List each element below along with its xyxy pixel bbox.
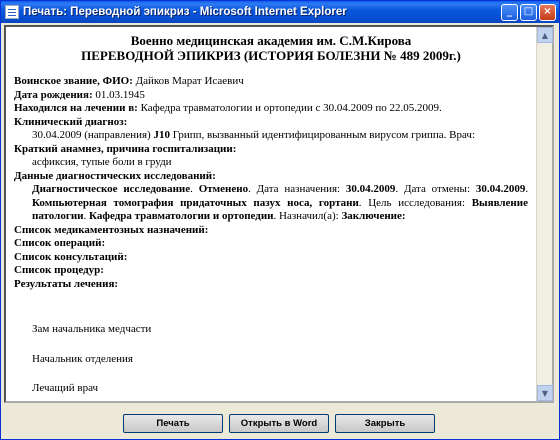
- anamnesis-label: Краткий анамнез, причина госпитализации:: [14, 142, 237, 155]
- anamnesis-value: асфиксия, тупые боли в груди: [32, 156, 172, 168]
- minimize-button[interactable]: _: [501, 3, 518, 21]
- button-bar: Печать Открыть в Word Закрыть: [1, 405, 559, 439]
- ops-list-label: Список операций:: [14, 237, 106, 249]
- close-window-button[interactable]: ×: [539, 3, 556, 21]
- study-status: Отменено: [198, 183, 249, 195]
- rank-label: Воинское звание, ФИО:: [14, 75, 133, 87]
- open-word-button[interactable]: Открыть в Word: [229, 414, 329, 433]
- rank-row: Воинское звание, ФИО: Дайков Марат Исаев…: [14, 75, 528, 89]
- ie-page-icon: [5, 5, 19, 19]
- study-cancel-value: 30.04.2009: [475, 183, 526, 195]
- consult-list-label: Список консультаций:: [14, 250, 128, 263]
- document-title: ПЕРЕВОДНОЙ ЭПИКРИЗ (ИСТОРИЯ БОЛЕЗНИ № 48…: [81, 48, 461, 63]
- birth-value: 01.03.1945: [95, 88, 145, 101]
- study-date-label: Дата назначения:: [256, 183, 341, 195]
- vertical-scrollbar[interactable]: ▲ ▼: [536, 27, 553, 401]
- window-title: Печать: Переводной эпикриз - Microsoft I…: [23, 6, 347, 18]
- scroll-down-icon[interactable]: ▼: [537, 385, 553, 401]
- birth-label: Дата рождения:: [14, 88, 93, 101]
- proc-list-label: Список процедур:: [14, 264, 104, 276]
- birth-row: Дата рождения: 01.03.1945: [14, 89, 528, 103]
- diagnosis-label: Клинический диагноз:: [14, 115, 128, 128]
- signature-head: Начальник отделения: [32, 352, 133, 365]
- scroll-up-icon[interactable]: ▲: [537, 27, 553, 43]
- maximize-button[interactable]: □: [520, 3, 537, 21]
- epicrisis-document: Военно медицинская академия им. С.М.Киро…: [6, 27, 536, 401]
- signature-deputy: Зам начальника медчасти: [32, 323, 152, 335]
- study-name: Диагностическое исследование: [32, 183, 191, 195]
- document-frame: Военно медицинская академия им. С.М.Киро…: [4, 25, 554, 403]
- diagnosis-row: 30.04.2009 (направления) J10 Грипп, вызв…: [14, 129, 528, 143]
- location-value: Кафедра травматологии и ортопедии с 30.0…: [140, 102, 442, 114]
- signature-doctor: Лечащий врач: [32, 382, 99, 394]
- study-date-value: 30.04.2009: [345, 183, 396, 195]
- study-conclusion-label: Заключение:: [341, 210, 406, 222]
- diag-studies-label: Данные диагностических исследований:: [14, 169, 216, 182]
- diagnosis-code: J10: [153, 129, 170, 141]
- academy-header: Военно медицинская академия им. С.М.Киро…: [130, 33, 412, 48]
- study-cancel-label: Дата отмены:: [403, 183, 471, 195]
- diagnosis-text: Грипп, вызванный идентифицированным виру…: [172, 129, 476, 141]
- study-assigned-label: Назначил(а):: [279, 210, 339, 222]
- close-button[interactable]: Закрыть: [335, 414, 435, 433]
- browser-window: Печать: Переводной эпикриз - Microsoft I…: [0, 0, 560, 440]
- title-bar: Печать: Переводной эпикриз - Microsoft I…: [1, 1, 559, 23]
- study-block: Диагностическое исследование. Отменено. …: [32, 183, 529, 222]
- rank-value: Дайков Марат Исаевич: [135, 75, 244, 87]
- location-row: Находился на лечении в: Кафедра травмато…: [14, 102, 528, 116]
- results-label: Результаты лечения:: [14, 277, 119, 290]
- print-button[interactable]: Печать: [123, 414, 223, 433]
- location-label: Находился на лечении в:: [14, 102, 138, 114]
- study-type: Компьютерная томография придаточных пазу…: [32, 196, 359, 209]
- study-goal-label: Цель исследования:: [368, 196, 466, 209]
- med-list-label: Список медикаментозных назначений:: [14, 223, 209, 236]
- diagnosis-date: 30.04.2009 (направления): [32, 129, 151, 141]
- study-dept: Кафедра травматологии и ортопедии: [89, 210, 274, 222]
